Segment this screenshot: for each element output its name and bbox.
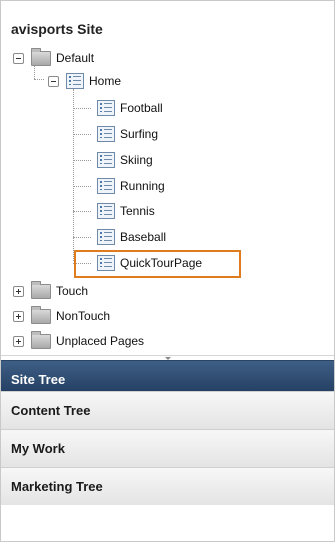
- tab-marketing-tree[interactable]: Marketing Tree: [1, 467, 334, 505]
- tree-node-label: Unplaced Pages: [56, 334, 145, 348]
- tree-node-nontouch[interactable]: NonTouch: [13, 305, 111, 326]
- tree-node-label: NonTouch: [56, 309, 111, 323]
- site-panel: avisports Site Default Home Football Sur…: [0, 0, 335, 542]
- tree-node-unplaced-pages[interactable]: Unplaced Pages: [13, 330, 145, 351]
- plus-toggle-icon[interactable]: [13, 335, 24, 347]
- tree-connector: [73, 211, 91, 212]
- page-icon: [97, 126, 115, 142]
- tab-my-work[interactable]: My Work: [1, 429, 334, 467]
- tree-node-tennis[interactable]: Tennis: [97, 201, 155, 221]
- tree-node-running[interactable]: Running: [97, 176, 165, 196]
- tree-node-skiing[interactable]: Skiing: [97, 150, 153, 170]
- tree-connector: [73, 237, 91, 238]
- page-icon: [97, 203, 115, 219]
- tab-content-tree[interactable]: Content Tree: [1, 391, 334, 429]
- tree-node-surfing[interactable]: Surfing: [97, 124, 158, 144]
- page-icon: [97, 152, 115, 168]
- tree-connector: [73, 108, 91, 109]
- folder-icon: [31, 47, 51, 66]
- site-tree-panel: avisports Site Default Home Football Sur…: [1, 1, 334, 360]
- tree-node-label: Touch: [56, 284, 89, 298]
- folder-icon: [31, 280, 51, 299]
- tree-node-label: Baseball: [120, 230, 167, 244]
- tree-node-football[interactable]: Football: [97, 98, 163, 118]
- minus-toggle-icon[interactable]: [13, 52, 24, 64]
- page-icon: [97, 178, 115, 194]
- tree-node-baseball[interactable]: Baseball: [97, 227, 166, 247]
- selected-node-highlight: [74, 250, 241, 278]
- page-icon: [97, 229, 115, 245]
- tree-node-label: Football: [120, 101, 163, 115]
- tree-connector: [73, 89, 74, 261]
- site-title: avisports Site: [11, 21, 103, 37]
- tree-node-label: Default: [56, 51, 95, 65]
- tree-connector: [73, 134, 91, 135]
- folder-icon: [31, 305, 51, 324]
- tree-node-touch[interactable]: Touch: [13, 280, 89, 301]
- tree-connector: [73, 186, 91, 187]
- panel-divider: [1, 355, 334, 356]
- tree-node-label: Running: [120, 179, 165, 193]
- tree-node-label: Tennis: [120, 204, 155, 218]
- page-icon: [66, 73, 84, 89]
- tree-node-default[interactable]: Default: [13, 47, 95, 68]
- tree-connector: [34, 79, 44, 80]
- minus-toggle-icon[interactable]: [48, 75, 59, 87]
- folder-icon: [31, 330, 51, 349]
- plus-toggle-icon[interactable]: [13, 285, 24, 297]
- tree-node-home[interactable]: Home: [48, 71, 121, 91]
- tree-node-label: Home: [89, 74, 122, 88]
- page-icon: [97, 100, 115, 116]
- tree-node-label: Skiing: [120, 153, 153, 167]
- tree-node-label: Surfing: [120, 127, 159, 141]
- tree-connector: [73, 160, 91, 161]
- plus-toggle-icon[interactable]: [13, 310, 24, 322]
